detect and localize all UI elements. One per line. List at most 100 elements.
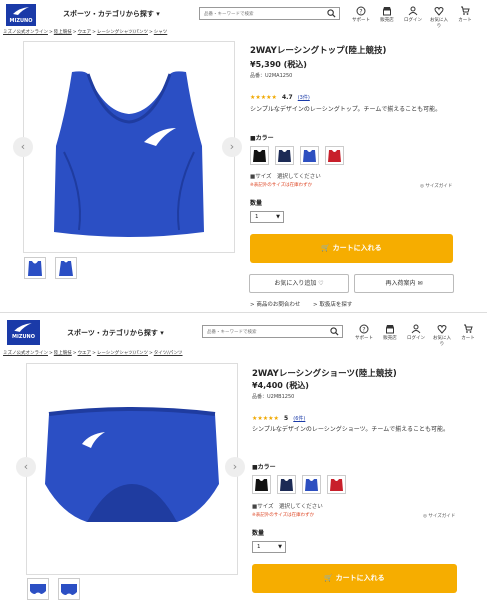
color-swatch[interactable]: [327, 475, 346, 494]
search-input[interactable]: 品番・キーワードで検索: [199, 7, 340, 20]
racing-top-image: [54, 71, 204, 237]
header-nav-label: お気に入り: [430, 18, 448, 29]
heart-icon: [437, 324, 447, 334]
image-prev-button[interactable]: ‹: [16, 457, 36, 477]
breadcrumb-item[interactable]: 陸上競技: [54, 351, 72, 356]
image-prev-button[interactable]: ‹: [13, 137, 33, 157]
color-swatch[interactable]: [275, 146, 294, 165]
color-swatch[interactable]: [325, 146, 344, 165]
thumbnail-front[interactable]: [24, 257, 46, 279]
rating-stars: ★★★★★: [252, 415, 279, 422]
review-count-link[interactable]: (3件): [298, 95, 310, 101]
breadcrumb: ミズノ公式オンライン>陸上競技>ウエア>レーシングシャツ/パンツ>タイツ/パンツ: [3, 351, 183, 356]
color-swatch[interactable]: [277, 475, 296, 494]
breadcrumb-item[interactable]: ウエア: [78, 351, 92, 356]
mizuno-logo[interactable]: MIZUNO: [6, 4, 36, 26]
breadcrumb-item[interactable]: 陸上競技: [54, 30, 72, 35]
category-menu[interactable]: スポーツ・カテゴリから探す ▾: [63, 9, 160, 19]
product-price: ¥4,400 (税込): [252, 381, 309, 390]
search-icon[interactable]: [327, 9, 336, 18]
header-nav-item[interactable]: カート: [457, 324, 479, 341]
color-swatch[interactable]: [302, 475, 321, 494]
add-to-cart-label: カートに入れる: [335, 574, 385, 582]
size-note: ※表記外のサイズは在庫わずか: [250, 183, 313, 188]
header-nav-label: カート: [461, 336, 475, 341]
quantity-value: 1: [255, 214, 259, 220]
header-nav-item[interactable]: カート: [454, 6, 476, 23]
cart-icon: [464, 324, 473, 333]
color-swatch[interactable]: [250, 146, 269, 165]
breadcrumb-item[interactable]: ミズノ公式オンライン: [3, 351, 48, 356]
header-nav-item[interactable]: ? サポート: [353, 324, 375, 341]
color-label: ■カラー: [252, 464, 276, 471]
thumbnail-back[interactable]: [55, 257, 77, 279]
inquiry-link[interactable]: > 商品のお問合わせ: [250, 300, 300, 308]
svg-text:?: ?: [362, 327, 365, 334]
add-to-cart-button[interactable]: 🛒 カートに入れる: [250, 234, 453, 263]
favorite-button[interactable]: お気に入り追加 ♡: [249, 274, 349, 293]
thumb-shorts-front: [30, 584, 46, 594]
product-price: ¥5,390 (税込): [250, 60, 307, 69]
breadcrumb-item[interactable]: レーシングシャツ/パンツ: [97, 351, 148, 356]
runbird-icon: [14, 323, 32, 332]
review-count-link[interactable]: (6件): [293, 416, 305, 422]
header-nav-item[interactable]: ログイン: [402, 6, 424, 23]
logo-text: MIZUNO: [9, 18, 33, 24]
help-icon: ?: [356, 6, 366, 16]
mizuno-logo[interactable]: MIZUNO: [7, 320, 40, 345]
size-guide-link[interactable]: ◎ サイズガイド: [423, 513, 455, 519]
store-icon: [386, 325, 394, 334]
product-sku: 品番：U2MA1250: [250, 73, 293, 79]
color-swatch[interactable]: [300, 146, 319, 165]
product-title: 2WAYレーシングショーツ(陸上競技): [252, 369, 397, 379]
add-to-cart-button[interactable]: 🛒 カートに入れる: [252, 564, 457, 593]
quantity-select[interactable]: 1 ▼: [252, 541, 286, 553]
size-label: ■サイズ 選択してください: [250, 174, 321, 180]
header-nav-item[interactable]: お気に入り: [431, 324, 453, 347]
thumbnail-front[interactable]: [27, 578, 49, 600]
breadcrumb-item[interactable]: シャツ: [154, 30, 168, 35]
swatch-garment: [278, 150, 291, 162]
header-nav-item[interactable]: ログイン: [405, 324, 427, 341]
rating: ★★★★★ 5 (6件): [252, 405, 305, 424]
search-icon[interactable]: [330, 327, 339, 336]
racing-shorts-image: [45, 407, 219, 522]
mail-icon: ✉: [417, 280, 423, 287]
product-image-main[interactable]: [23, 41, 235, 253]
swatch-garment: [253, 150, 266, 162]
category-menu[interactable]: スポーツ・カテゴリから探す ▾: [67, 328, 164, 338]
product-description: シンプルなデザインのレーシングトップ。チームで揃えることも可能。: [250, 106, 442, 113]
breadcrumb-item[interactable]: レーシングシャツ/パンツ: [97, 30, 148, 35]
size-guide-link[interactable]: ◎ サイズガイド: [420, 183, 452, 189]
breadcrumb-item[interactable]: ミズノ公式オンライン: [3, 30, 48, 35]
store-finder-link[interactable]: > 取扱店を探す: [313, 300, 352, 308]
product-image-main[interactable]: [26, 363, 238, 575]
restock-notice-button[interactable]: 再入荷案内 ✉: [354, 274, 454, 293]
restock-label: 再入荷案内: [385, 280, 416, 287]
image-next-button[interactable]: ›: [222, 137, 242, 157]
quantity-select[interactable]: 1 ▼: [250, 211, 284, 223]
store-icon: [383, 7, 391, 16]
color-swatch[interactable]: [252, 475, 271, 494]
size-guide-label: サイズガイド: [425, 184, 453, 189]
search-input[interactable]: 品番・キーワードで検索: [202, 325, 343, 338]
chevron-down-icon: ▼: [278, 544, 282, 550]
thumbnail-back[interactable]: [58, 578, 80, 600]
swatch-garment: [303, 150, 316, 162]
header-nav-item[interactable]: 販売店: [379, 324, 401, 341]
swatch-garment: [255, 479, 268, 491]
breadcrumb-item[interactable]: タイツ/パンツ: [154, 351, 183, 356]
breadcrumb-item[interactable]: ウエア: [78, 30, 92, 35]
image-next-button[interactable]: ›: [225, 457, 245, 477]
header-nav-label: 販売店: [383, 336, 397, 341]
header-nav-item[interactable]: ? サポート: [350, 6, 372, 23]
header-nav-item[interactable]: 販売店: [376, 6, 398, 23]
header-nav-item[interactable]: お気に入り: [428, 6, 450, 29]
size-guide-label: サイズガイド: [428, 514, 456, 519]
breadcrumb: ミズノ公式オンライン>陸上競技>ウエア>レーシングシャツ/パンツ>シャツ: [3, 30, 168, 35]
quantity-label: 数量: [250, 200, 263, 207]
swatch-garment: [280, 479, 293, 491]
product-sku: 品番：U2MB1250: [252, 394, 295, 400]
cart-icon: 🛒: [324, 574, 334, 582]
header-nav-label: サポート: [352, 18, 370, 23]
